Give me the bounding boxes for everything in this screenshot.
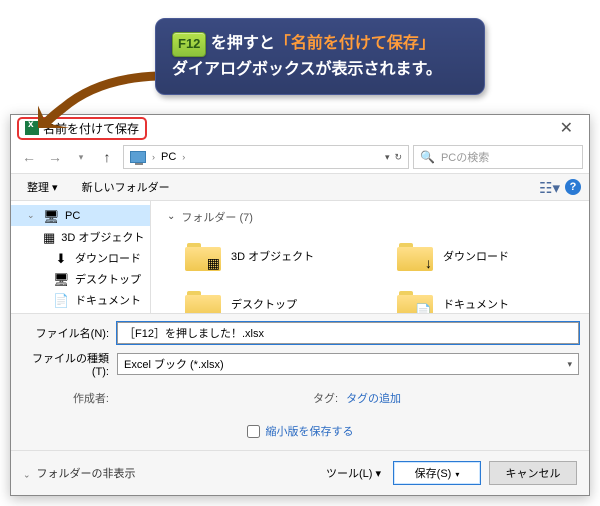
filetype-label: ファイルの種類(T): [21,350,109,378]
folder-icon: 📄 [397,288,433,313]
cancel-button[interactable]: キャンセル [489,461,577,485]
tag-label: タグ: [313,390,338,406]
form-area: ファイル名(N): ファイルの種類(T): Excel ブック (*.xlsx)… [11,313,589,450]
folder-label: ダウンロード [443,248,509,264]
close-button[interactable]: ✕ [550,118,583,138]
folder-group-header[interactable]: ⌄ フォルダー (7) [163,209,577,225]
folder-icon: ⬇ [53,251,69,265]
tree-item[interactable]: 🖥 デスクトップ [11,268,150,289]
filetype-select[interactable]: Excel ブック (*.xlsx) ▾ [117,353,579,375]
search-icon: 🔍 [420,150,435,164]
folder-item[interactable]: デスクトップ [183,283,365,313]
instruction-callout: F12 を押すと「名前を付けて保存」 ダイアログボックスが表示されます。 [155,18,485,95]
hide-folder-button[interactable]: ⌃ フォルダーの非表示 [23,465,136,481]
pc-icon [130,151,146,163]
view-options-button[interactable]: ☷▾ [539,179,557,195]
search-placeholder: PCの検索 [441,149,489,165]
folder-icon: 📄 [53,293,69,307]
author-label: 作成者: [21,390,109,406]
tools-button[interactable]: ツール(L) ▾ [322,461,385,485]
filename-input[interactable] [117,322,579,344]
save-thumbnail-checkbox[interactable] [247,425,260,438]
save-as-dialog: 名前を付けて保存 ✕ ← → ▾ ↑ › PC › ▾ ↻ 🔍 PCの検索 整理… [10,114,590,496]
folder-item[interactable]: ↓ ダウンロード [395,235,577,277]
breadcrumb-pc[interactable]: PC [161,151,176,163]
add-tag-link[interactable]: タグの追加 [346,390,401,406]
folder-icon: 🖥 [43,209,59,223]
up-button[interactable]: ↑ [95,145,119,169]
dialog-footer: ⌃ フォルダーの非表示 ツール(L) ▾ 保存(S)▾ キャンセル [11,450,589,495]
organize-button[interactable]: 整理 ▾ [19,176,66,198]
forward-button[interactable]: → [43,145,67,169]
folder-icon: ↓ [397,240,433,272]
folder-content-pane[interactable]: ⌄ フォルダー (7) ▦ 3D オブジェクト ↓ ダウンロードデスクトップ 📄 ドキュメ… [151,201,589,313]
address-bar[interactable]: › PC › ▾ ↻ [123,145,409,169]
save-button[interactable]: 保存(S)▾ [393,461,481,485]
f12-key-badge: F12 [172,32,206,57]
save-thumbnail-label: 縮小版を保存する [266,423,354,439]
tree-item-label: 3D オブジェクト [61,229,144,245]
folder-icon [185,288,221,313]
tree-item[interactable]: 📄 ドキュメント [11,289,150,310]
navigation-bar: ← → ▾ ↑ › PC › ▾ ↻ 🔍 PCの検索 [11,141,589,173]
tree-item-label: ドキュメント [75,292,141,308]
search-box[interactable]: 🔍 PCの検索 [413,145,583,169]
folder-item[interactable]: ▦ 3D オブジェクト [183,235,365,277]
filename-label: ファイル名(N): [21,325,109,341]
excel-icon [25,121,39,135]
callout-arrow [38,68,168,128]
refresh-button[interactable]: ▾ ↻ [385,152,402,163]
tree-item[interactable]: ⌄🖥PC [11,205,150,226]
folder-icon: 🖥 [53,272,69,286]
help-button[interactable]: ? [565,179,581,195]
toolbar: 整理 ▾ 新しいフォルダー ☷▾ ? [11,173,589,201]
folder-item[interactable]: 📄 ドキュメント [395,283,577,313]
tree-item-label: ダウンロード [75,250,141,266]
folder-label: デスクトップ [231,296,297,312]
recent-dropdown[interactable]: ▾ [69,145,93,169]
back-button[interactable]: ← [17,145,41,169]
folder-icon: ▦ [43,230,55,244]
folder-icon: ▦ [185,240,221,272]
tree-item[interactable]: ▦ 3D オブジェクト [11,226,150,247]
folder-label: 3D オブジェクト [231,248,314,264]
tree-item-label: PC [65,210,80,222]
tree-item-label: デスクトップ [75,271,141,287]
folder-label: ドキュメント [443,296,509,312]
new-folder-button[interactable]: 新しいフォルダー [74,176,178,198]
folder-tree[interactable]: ⌄🖥PC▦3D オブジェクト⬇ダウンロード🖥デスクトップ📄ドキュメント🖼ピクチャ… [11,201,151,313]
tree-item[interactable]: ⬇ ダウンロード [11,247,150,268]
